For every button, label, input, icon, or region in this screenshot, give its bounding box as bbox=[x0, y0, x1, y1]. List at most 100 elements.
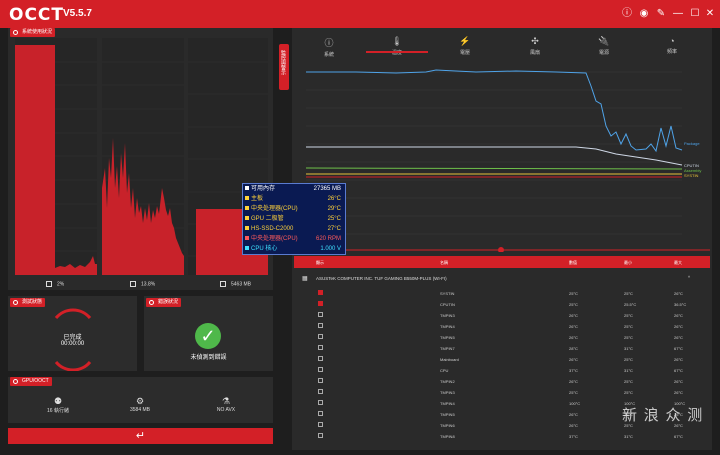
cputin-line bbox=[306, 146, 683, 166]
cell-min: 25°C bbox=[624, 324, 633, 329]
cell-max: 26°C bbox=[674, 390, 683, 395]
sensor-table-header: 顯示 名稱 數值 最小 最大 bbox=[294, 256, 710, 268]
cell-name: CPUTIN bbox=[440, 302, 455, 307]
show-checkbox[interactable] bbox=[318, 334, 323, 339]
show-checkbox[interactable] bbox=[318, 356, 323, 361]
table-row[interactable]: SYSTIN 25°C 25°C 26°C bbox=[294, 288, 710, 299]
settings-icon bbox=[13, 379, 18, 384]
cell-min: 25.5°C bbox=[624, 302, 637, 307]
cell-name: TMPIN3 bbox=[440, 390, 455, 395]
app-logo: OCCT bbox=[9, 5, 64, 25]
info-icon[interactable]: ⓘ bbox=[620, 7, 634, 21]
gpu-ooct-title: GPU/OOCT bbox=[10, 377, 52, 386]
table-row[interactable]: TMPIN3 25°C 25°C 26°C bbox=[294, 387, 710, 398]
camera-icon[interactable]: ◉ bbox=[637, 7, 651, 21]
package-line bbox=[306, 69, 683, 153]
show-checkbox[interactable] bbox=[318, 411, 323, 416]
cell-value: 26°C bbox=[569, 412, 578, 417]
gpu-icon bbox=[130, 281, 136, 287]
wrench-icon[interactable]: ✎ bbox=[654, 7, 668, 21]
show-checkbox[interactable] bbox=[318, 367, 323, 372]
motherboard-icon: ▦ bbox=[302, 276, 308, 282]
show-checkbox[interactable] bbox=[318, 345, 323, 350]
timeline-handle[interactable] bbox=[498, 247, 504, 253]
cell-max: 26°C bbox=[674, 335, 683, 340]
avx-stat: ⚗ NO AVX bbox=[206, 396, 246, 413]
tab-frequency[interactable]: ◔ 頻率 bbox=[652, 36, 692, 55]
cell-value: 25°C bbox=[569, 302, 578, 307]
table-row[interactable]: TMPIN2 26°C 25°C 26°C bbox=[294, 376, 710, 387]
cell-name: TMPIN5 bbox=[440, 335, 455, 340]
fan-icon: ✣ bbox=[531, 36, 539, 46]
chevron-up-icon[interactable]: ^ bbox=[688, 275, 690, 280]
show-checkbox[interactable] bbox=[318, 290, 323, 295]
cell-min: 31°C bbox=[624, 368, 633, 373]
tab-temperature[interactable]: 🌡 溫度 bbox=[377, 36, 417, 56]
status-icon bbox=[13, 300, 18, 305]
table-row[interactable]: TMPIN3 26°C 25°C 26°C bbox=[294, 310, 710, 321]
gauge-icon bbox=[13, 30, 18, 35]
cpu-usage-area bbox=[15, 45, 97, 275]
cell-name: TMPIN8 bbox=[440, 434, 455, 439]
cell-value: 25°C bbox=[569, 291, 578, 296]
table-row[interactable]: CPUTIN 25°C 25.5°C 36.5°C bbox=[294, 299, 710, 310]
table-row[interactable]: TMPIN5 26°C 25°C 26°C bbox=[294, 332, 710, 343]
monitor-side-tab[interactable]: 監控與警示 bbox=[279, 44, 289, 90]
sensor-tooltip: 可用內存 27365 MB 主板 26°C 中央处理器(CPU) 29°C GPU 二… bbox=[242, 183, 346, 255]
cell-min: 25°C bbox=[624, 390, 633, 395]
tab-fan[interactable]: ✣ 風扇 bbox=[515, 36, 555, 56]
cell-value: 37°C bbox=[569, 368, 578, 373]
cpu-icon bbox=[46, 281, 52, 287]
tooltip-row: 中央处理器(CPU) 620 RPM bbox=[245, 235, 343, 243]
cell-min: 25°C bbox=[624, 313, 633, 318]
start-button[interactable]: ↵ bbox=[8, 428, 273, 444]
error-panel-title: 錯誤狀況 bbox=[146, 298, 182, 307]
cell-min: 25°C bbox=[624, 379, 633, 384]
table-row[interactable]: Mainboard 26°C 25°C 26°C bbox=[294, 354, 710, 365]
flask-icon: ⚗ bbox=[221, 396, 231, 406]
maximize-icon[interactable]: ☐ bbox=[688, 7, 702, 21]
cell-value: 26°C bbox=[569, 313, 578, 318]
error-panel: ✓ 未偵測到錯誤 bbox=[144, 296, 273, 371]
show-checkbox[interactable] bbox=[318, 422, 323, 427]
fan-icon bbox=[245, 236, 249, 241]
cell-name: TMPIN2 bbox=[440, 379, 455, 384]
show-checkbox[interactable] bbox=[318, 400, 323, 405]
cpu-usage-svg bbox=[15, 45, 97, 275]
tab-system[interactable]: ⓘ 系統 bbox=[309, 36, 349, 58]
show-checkbox[interactable] bbox=[318, 378, 323, 383]
table-row[interactable]: TMPIN4 26°C 25°C 26°C bbox=[294, 321, 710, 332]
cell-value: 100°C bbox=[569, 401, 581, 406]
show-checkbox[interactable] bbox=[318, 323, 323, 328]
voltage-icon bbox=[245, 246, 249, 251]
cell-max: 26°C bbox=[674, 324, 683, 329]
tab-power[interactable]: 🔌 電源 bbox=[584, 36, 624, 56]
assembly-line bbox=[305, 167, 683, 170]
user-icon: ⚉ bbox=[53, 396, 63, 406]
cell-min: 25°C bbox=[624, 357, 633, 362]
sensor-device-row[interactable]: ▦ ASUSTeK COMPUTER INC. TUF GAMING B550M… bbox=[294, 270, 710, 286]
table-row[interactable]: CPU 37°C 31°C 67°C bbox=[294, 365, 710, 376]
alert-icon bbox=[149, 300, 154, 305]
cell-max: 26°C bbox=[674, 291, 683, 296]
minimize-icon[interactable]: — bbox=[671, 7, 685, 21]
thermometer-icon: 🌡 bbox=[391, 36, 403, 46]
status-state: 已完成 bbox=[63, 335, 82, 341]
ssd-icon bbox=[245, 226, 249, 231]
show-checkbox[interactable] bbox=[318, 312, 323, 317]
table-row[interactable]: TMPIN7 28°C 31°C 67°C bbox=[294, 343, 710, 354]
close-icon[interactable]: ✕ bbox=[703, 7, 717, 21]
cell-max: 26°C bbox=[674, 379, 683, 384]
cell-name: Mainboard bbox=[440, 357, 459, 362]
show-checkbox[interactable] bbox=[318, 433, 323, 438]
board-icon bbox=[245, 196, 249, 201]
app-version: V5.5.7 bbox=[63, 8, 92, 19]
test-status-title: 測試狀態 bbox=[10, 298, 46, 307]
table-row[interactable]: TMPIN8 37°C 31°C 67°C bbox=[294, 431, 710, 442]
gpu-usage-area bbox=[102, 138, 184, 275]
tab-voltage[interactable]: ⚡ 電壓 bbox=[445, 36, 485, 56]
cell-max: 36.5°C bbox=[674, 302, 687, 307]
tooltip-row: HS-SSD-C2000 27°C bbox=[245, 225, 343, 233]
show-checkbox[interactable] bbox=[318, 301, 323, 306]
show-checkbox[interactable] bbox=[318, 389, 323, 394]
